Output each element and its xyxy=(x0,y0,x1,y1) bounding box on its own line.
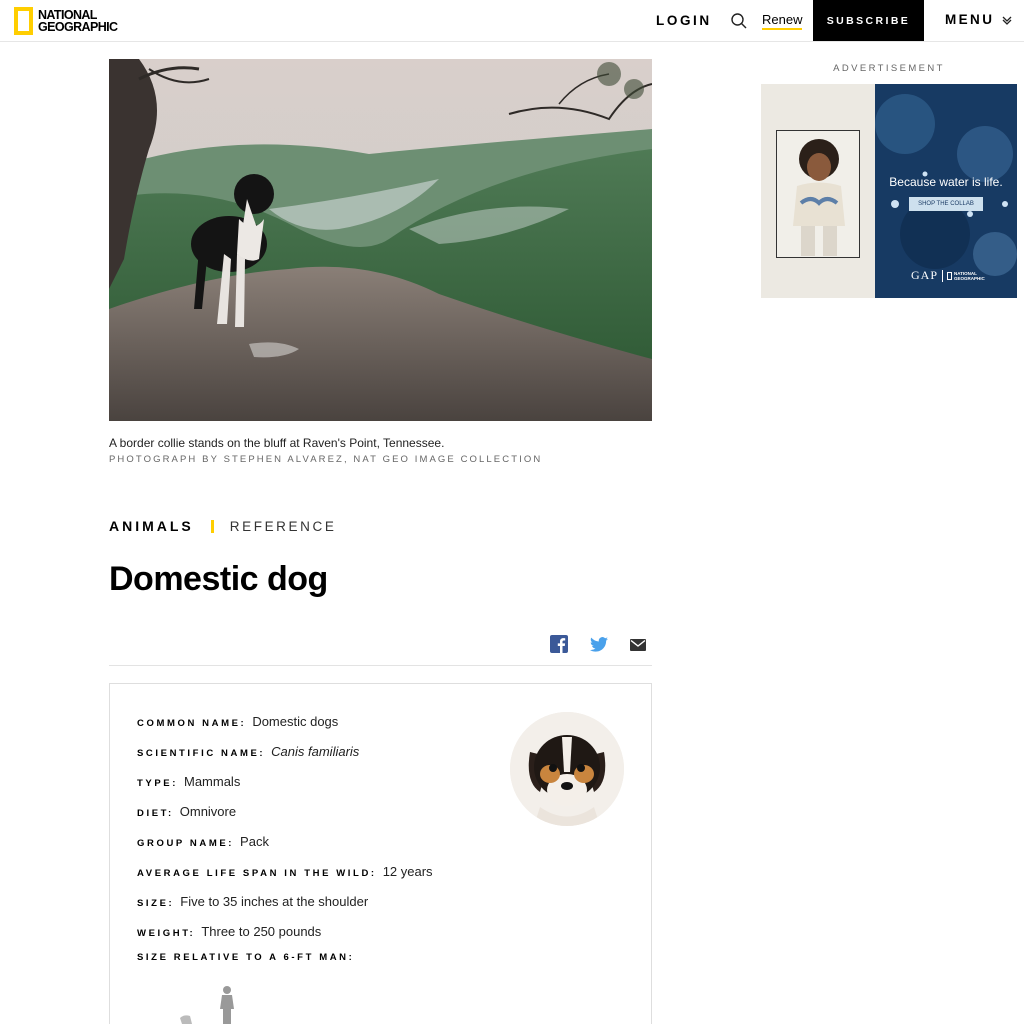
natgeo-mini-icon xyxy=(947,271,953,280)
menu-label: MENU xyxy=(945,12,995,27)
ad-label: ADVERTISEMENT xyxy=(833,63,945,74)
puppy-avatar xyxy=(510,712,624,826)
fact-weight: WEIGHT: Three to 250 pounds xyxy=(137,924,322,939)
yellow-border-icon xyxy=(14,6,33,35)
fact-group-name: GROUP NAME: Pack xyxy=(137,834,269,849)
facebook-icon[interactable] xyxy=(550,635,568,658)
gap-logo: GAP xyxy=(911,268,939,282)
fact-diet: DIET: Omnivore xyxy=(137,804,237,819)
page-title: Domestic dog xyxy=(109,560,328,598)
ad-brand-lockup: GAP NATIONAL GEOGRAPHIC xyxy=(911,268,985,282)
fact-scientific-name: SCIENTIFIC NAME: Canis familiaris xyxy=(137,744,360,759)
share-bar xyxy=(550,635,668,658)
ad-model-photo xyxy=(776,130,860,258)
twitter-icon[interactable] xyxy=(590,636,608,657)
fact-life-span: AVERAGE LIFE SPAN IN THE WILD: 12 years xyxy=(137,864,433,879)
divider xyxy=(109,665,652,666)
site-header: NATIONAL GEOGRAPHIC LOGIN Renew SUBSCRIB… xyxy=(0,0,1024,42)
fact-card: COMMON NAME: Domestic dogs SCIENTIFIC NA… xyxy=(109,683,652,1024)
menu-button[interactable]: MENU xyxy=(945,12,1012,27)
hero-photo xyxy=(109,59,652,421)
fact-type: TYPE: Mammals xyxy=(137,774,241,789)
ad-cta-button[interactable]: SHOP THE COLLAB xyxy=(909,197,983,211)
fact-size: SIZE: Five to 35 inches at the shoulder xyxy=(137,894,369,909)
photo-caption: A border collie stands on the bluff at R… xyxy=(109,436,445,450)
size-comparison-silhouette xyxy=(170,984,250,1024)
fact-size-relative: SIZE RELATIVE TO A 6-FT MAN: xyxy=(137,952,355,963)
search-icon[interactable] xyxy=(730,12,748,30)
photo-credit: PHOTOGRAPH BY STEPHEN ALVAREZ, NAT GEO I… xyxy=(109,454,543,465)
advertisement[interactable]: Because water is life. SHOP THE COLLAB G… xyxy=(761,84,1017,298)
breadcrumb: ANIMALS REFERENCE xyxy=(109,518,336,534)
renew-link[interactable]: Renew xyxy=(762,12,803,30)
ad-right-panel: Because water is life. SHOP THE COLLAB G… xyxy=(875,84,1017,298)
category-divider xyxy=(210,519,214,533)
subscribe-button[interactable]: SUBSCRIBE xyxy=(813,0,924,41)
login-link[interactable]: LOGIN xyxy=(656,13,712,28)
logo-line-1: NATIONAL xyxy=(38,7,97,22)
ad-left-panel xyxy=(761,84,875,298)
subcategory-label: REFERENCE xyxy=(229,518,337,534)
ad-headline: Because water is life. xyxy=(889,175,1003,189)
category-link[interactable]: ANIMALS xyxy=(109,518,194,534)
natgeo-logo[interactable]: NATIONAL GEOGRAPHIC xyxy=(14,6,118,35)
email-icon[interactable] xyxy=(630,638,646,656)
logo-line-2: GEOGRAPHIC xyxy=(38,19,118,34)
chevron-down-icon xyxy=(1002,16,1012,25)
fact-common-name: COMMON NAME: Domestic dogs xyxy=(137,714,339,729)
